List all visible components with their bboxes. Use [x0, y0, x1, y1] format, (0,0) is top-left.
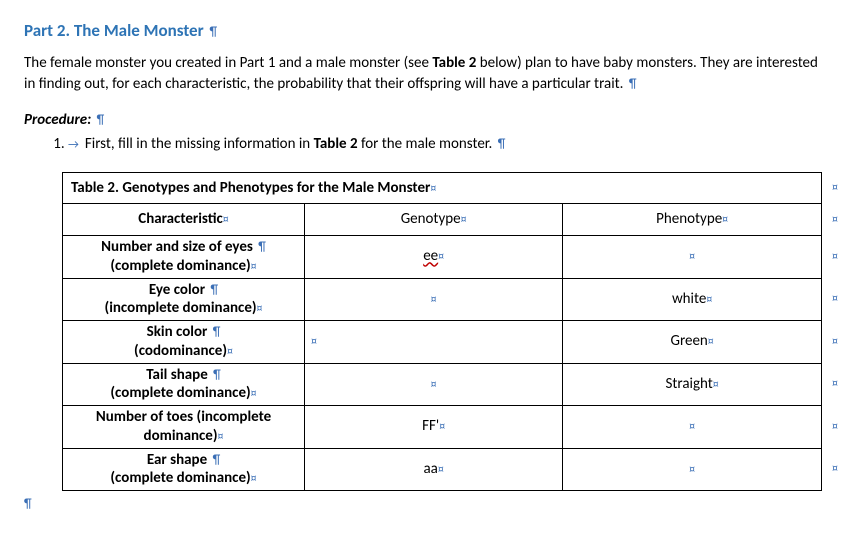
phenotype-cell: ¤: [563, 406, 822, 449]
table-row: Number of toes (incomplete dominance)¤FF…: [63, 406, 822, 449]
characteristic-cell: Eye color ¶(incomplete dominance)¤: [63, 278, 305, 321]
genotype-phenotype-table: Table 2. Genotypes and Phenotypes for th…: [62, 172, 822, 492]
genotype-cell: ¤: [305, 321, 563, 364]
heading-text: Part 2. The Male Monster: [24, 20, 204, 41]
cell-end-icon: ¤: [722, 213, 728, 227]
header-phenotype: Phenotype¤: [563, 204, 822, 236]
procedure-label: Procedure: ¶: [24, 111, 818, 129]
cell-end-icon: ¤: [430, 182, 436, 196]
procedure-step-1: → First, fill in the missing information …: [68, 133, 818, 156]
row-end-icon: ¤: [832, 250, 838, 264]
row-end-icon: ¤: [832, 420, 838, 434]
phenotype-cell: Green¤: [563, 321, 822, 364]
header-genotype-text: Genotype: [401, 210, 461, 228]
intro-text-1: The female monster you created in Part 1…: [24, 54, 432, 72]
row-end-icon: ¤: [832, 462, 838, 476]
pilcrow-icon: ¶: [97, 113, 105, 128]
table-container: Table 2. Genotypes and Phenotypes for th…: [62, 172, 818, 492]
header-genotype: Genotype¤: [305, 204, 563, 236]
step1-prefix: First, fill in the missing information i…: [85, 135, 314, 153]
header-characteristic-text: Characteristic: [138, 210, 223, 228]
table-title-cell: Table 2. Genotypes and Phenotypes for th…: [63, 172, 822, 204]
procedure-list: → First, fill in the missing information …: [24, 133, 818, 156]
characteristic-cell: Number of toes (incomplete dominance)¤: [63, 406, 305, 449]
genotype-cell: ee¤: [305, 236, 563, 279]
characteristic-cell: Skin color ¶(codominance)¤: [63, 321, 305, 364]
characteristic-cell: Number and size of eyes ¶(complete domin…: [63, 236, 305, 279]
table-row: Skin color ¶(codominance)¤¤Green¤: [63, 321, 822, 364]
row-end-icon: ¤: [832, 181, 838, 195]
step1-suffix: for the male monster.: [358, 135, 493, 153]
table-row: Tail shape ¶(complete dominance)¤¤Straig…: [63, 363, 822, 406]
genotype-cell: ¤: [305, 363, 563, 406]
phenotype-cell: Straight¤: [563, 363, 822, 406]
tab-arrow-icon: →: [68, 138, 79, 152]
pilcrow-icon: ¶: [210, 25, 218, 40]
cell-end-icon: ¤: [223, 213, 229, 227]
procedure-text: Procedure:: [24, 111, 91, 129]
intro-paragraph: The female monster you created in Part 1…: [24, 53, 818, 95]
phenotype-cell: ¤: [563, 448, 822, 491]
table-row: Eye color ¶(incomplete dominance)¤¤white…: [63, 278, 822, 321]
step1-table-ref: Table 2: [314, 135, 358, 153]
table-row: Number and size of eyes ¶(complete domin…: [63, 236, 822, 279]
table-title-text: Table 2. Genotypes and Phenotypes for th…: [71, 179, 430, 197]
pilcrow-icon: ¶: [629, 77, 637, 92]
trailing-pilcrow: ¶: [24, 497, 818, 512]
cell-end-icon: ¤: [461, 213, 467, 227]
genotype-cell: FF'¤: [305, 406, 563, 449]
table-title-row: Table 2. Genotypes and Phenotypes for th…: [63, 172, 822, 204]
table-header-row: Characteristic¤ Genotype¤ Phenotype¤: [63, 204, 822, 236]
header-characteristic: Characteristic¤: [63, 204, 305, 236]
pilcrow-icon: ¶: [498, 137, 506, 152]
characteristic-cell: Ear shape ¶(complete dominance)¤: [63, 448, 305, 491]
phenotype-cell: ¤: [563, 236, 822, 279]
row-end-icon: ¤: [832, 335, 838, 349]
row-end-icon: ¤: [832, 292, 838, 306]
genotype-cell: aa¤: [305, 448, 563, 491]
header-phenotype-text: Phenotype: [656, 210, 722, 228]
characteristic-cell: Tail shape ¶(complete dominance)¤: [63, 363, 305, 406]
phenotype-cell: white¤: [563, 278, 822, 321]
pilcrow-icon: ¶: [24, 497, 32, 512]
row-end-icon: ¤: [832, 213, 838, 227]
genotype-cell: ¤: [305, 278, 563, 321]
row-end-icon: ¤: [832, 377, 838, 391]
section-heading: Part 2. The Male Monster ¶: [24, 20, 818, 41]
table-row: Ear shape ¶(complete dominance)¤aa¤¤: [63, 448, 822, 491]
intro-table-ref: Table 2: [432, 54, 476, 72]
